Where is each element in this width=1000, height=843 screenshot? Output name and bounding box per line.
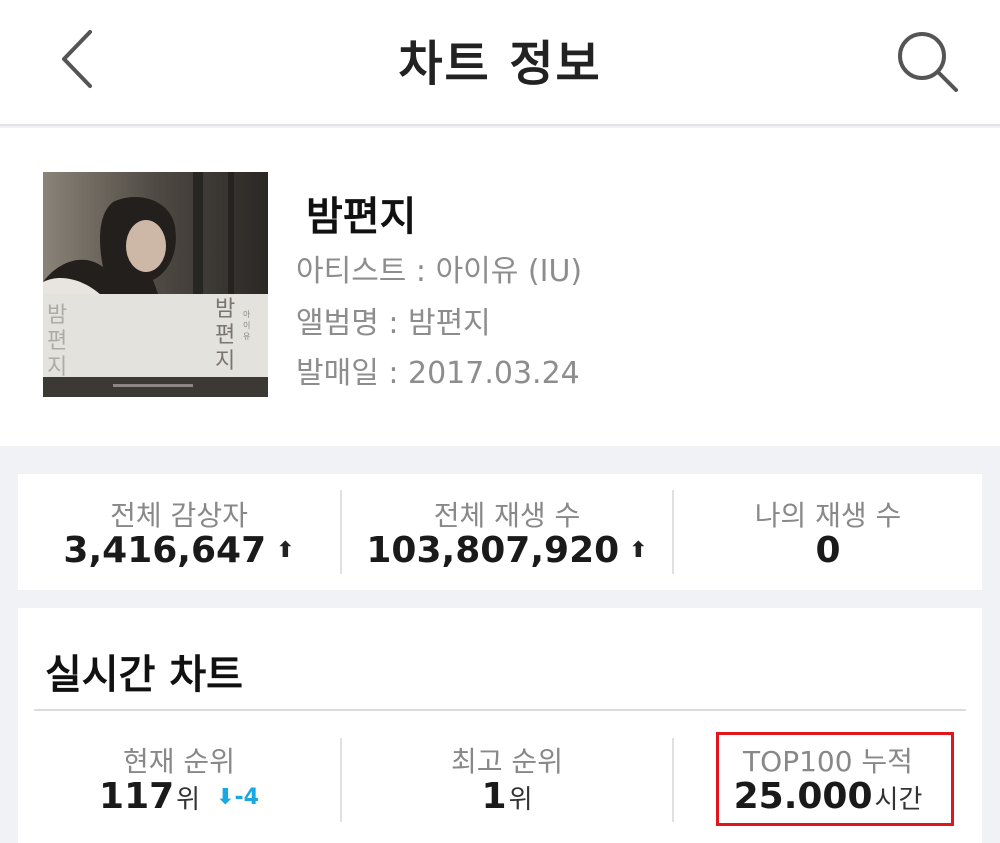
best-rank: 최고 순위 1위 — [342, 726, 672, 836]
stat-label: 전체 감상자 — [110, 499, 248, 532]
svg-text:밤: 밤 — [215, 297, 235, 322]
svg-text:지: 지 — [47, 355, 67, 380]
arrow-down-icon: ⬇ — [216, 785, 235, 810]
stat-label: 전체 재생 수 — [433, 499, 581, 532]
release-date: 발매일 : 2017.03.24 — [296, 356, 580, 391]
section-title: 실시간 차트 — [45, 652, 243, 698]
search-button[interactable] — [892, 26, 962, 96]
stat-value: 103,807,920 ⬆ — [366, 530, 648, 571]
stat-total-listeners: 전체 감상자 3,416,647 ⬆ — [18, 474, 340, 590]
svg-text:유: 유 — [243, 332, 250, 341]
rank-label: 현재 순위 — [123, 745, 235, 778]
album-cover-image[interactable]: 밤 편 지 밤 편 지 아 이 유 — [43, 172, 268, 397]
stat-total-plays: 전체 재생 수 103,807,920 ⬆ — [342, 474, 672, 590]
stat-value: 3,416,647 ⬆ — [63, 530, 295, 571]
stat-label: 나의 재생 수 — [754, 499, 902, 532]
svg-text:이: 이 — [243, 320, 250, 330]
app-header: 차트 정보 — [0, 0, 1000, 126]
rank-value: 117위 ⬇-4 — [99, 776, 259, 817]
realtime-chart-section: 실시간 차트 현재 순위 117위 ⬇-4 최고 순위 1위 TOP100 누적 … — [18, 608, 982, 843]
divider — [34, 709, 966, 711]
search-icon — [898, 32, 958, 92]
highlight-box — [716, 732, 954, 826]
svg-text:편: 편 — [215, 323, 235, 348]
rank-value: 1위 — [481, 776, 533, 817]
current-rank: 현재 순위 117위 ⬇-4 — [18, 726, 340, 836]
stat-my-plays: 나의 재생 수 0 — [674, 474, 982, 590]
page-title: 차트 정보 — [398, 36, 602, 92]
album-info[interactable]: 앨범명 : 밤편지 — [296, 298, 491, 342]
svg-text:편: 편 — [47, 329, 67, 354]
stat-value: 0 — [815, 530, 841, 571]
rank-label: 최고 순위 — [451, 745, 563, 778]
arrow-up-icon: ⬆ — [629, 538, 648, 563]
rank-change: ⬇-4 — [216, 785, 259, 810]
listening-stats: 전체 감상자 3,416,647 ⬆ 전체 재생 수 103,807,920 ⬆ 나… — [18, 474, 982, 590]
svg-text:아: 아 — [243, 309, 251, 319]
svg-text:밤: 밤 — [47, 303, 67, 328]
song-title: 밤편지 — [306, 194, 417, 240]
svg-text:지: 지 — [215, 349, 235, 374]
artist-info[interactable]: 아티스트 : 아이유 (IU) — [296, 246, 582, 290]
song-info-card: 밤 편 지 밤 편 지 아 이 유 밤편지 아티스트 : 아이유 (IU) 앨범… — [0, 128, 1000, 446]
arrow-up-icon: ⬆ — [276, 538, 295, 563]
